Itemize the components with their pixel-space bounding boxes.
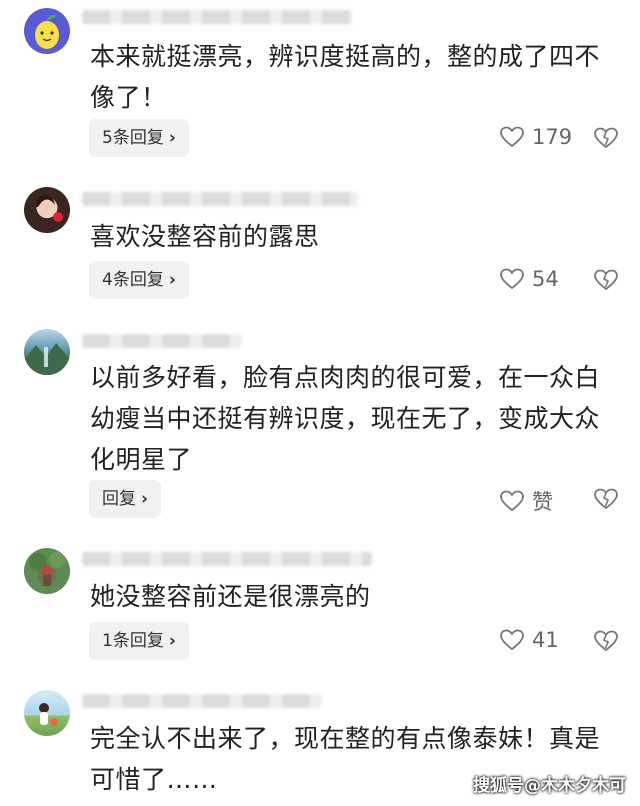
username-blurred [82, 10, 352, 24]
dislike-button[interactable] [594, 127, 618, 153]
username-blurred [82, 192, 358, 206]
reply-count-label: 4条回复 [102, 270, 164, 290]
comment-text: 以前多好看，脸有点肉肉的很可爱，在一众白 幼瘦当中还挺有辨识度，现在无了，变成大… [90, 363, 601, 474]
landscape-avatar-icon [24, 343, 70, 375]
comment-text: 本来就挺漂亮，辨识度挺高的，整的成了四不 像了！ [90, 42, 601, 112]
user-avatar[interactable] [24, 187, 70, 233]
dislike-button[interactable] [594, 269, 618, 295]
heart-outline-icon [500, 629, 524, 651]
dislike-button[interactable] [594, 630, 618, 656]
reply-button[interactable]: 回复 › [89, 480, 162, 518]
comment-text: 喜欢没整容前的露思 [90, 222, 320, 251]
like-button[interactable]: 41 [500, 628, 559, 652]
like-count: 41 [532, 628, 559, 652]
lemon-avatar-icon [35, 15, 59, 49]
like-label: 赞 [532, 490, 553, 514]
like-button[interactable]: 赞 [500, 486, 553, 516]
user-avatar[interactable] [24, 548, 70, 594]
username-blurred [82, 334, 242, 348]
reply-count-label: 5条回复 [102, 128, 164, 148]
view-replies-button[interactable]: 5条回复 › [89, 119, 189, 157]
broken-heart-icon [594, 630, 618, 652]
like-button[interactable]: 179 [500, 125, 572, 149]
dislike-button[interactable] [594, 488, 618, 514]
user-avatar[interactable] [24, 329, 70, 375]
view-replies-button[interactable]: 4条回复 › [89, 261, 189, 299]
user-avatar[interactable] [24, 690, 70, 736]
like-count: 54 [532, 267, 559, 291]
heart-outline-icon [500, 126, 524, 148]
chevron-right-icon: › [168, 128, 176, 148]
user-avatar[interactable] [24, 8, 70, 54]
chevron-right-icon: › [168, 270, 176, 290]
username-blurred [82, 552, 372, 566]
watermark: 搜狐号@木木夕木可 [473, 776, 626, 796]
reply-count-label: 1条回复 [102, 631, 164, 651]
heart-outline-icon [500, 490, 524, 512]
person-avatar-icon [36, 195, 63, 222]
username-blurred [82, 694, 322, 708]
girl-avatar-icon [39, 703, 58, 726]
chevron-right-icon: › [141, 489, 149, 509]
broken-heart-icon [594, 488, 618, 510]
chevron-right-icon: › [168, 631, 176, 651]
view-replies-button[interactable]: 1条回复 › [89, 622, 189, 660]
broken-heart-icon [594, 269, 618, 291]
like-count: 179 [532, 125, 573, 149]
nature-avatar-icon [29, 552, 65, 586]
broken-heart-icon [594, 127, 618, 149]
reply-label: 回复 [102, 489, 136, 509]
like-button[interactable]: 54 [500, 267, 559, 291]
heart-outline-icon [500, 268, 524, 290]
comment-text: 她没整容前还是很漂亮的 [90, 582, 371, 611]
